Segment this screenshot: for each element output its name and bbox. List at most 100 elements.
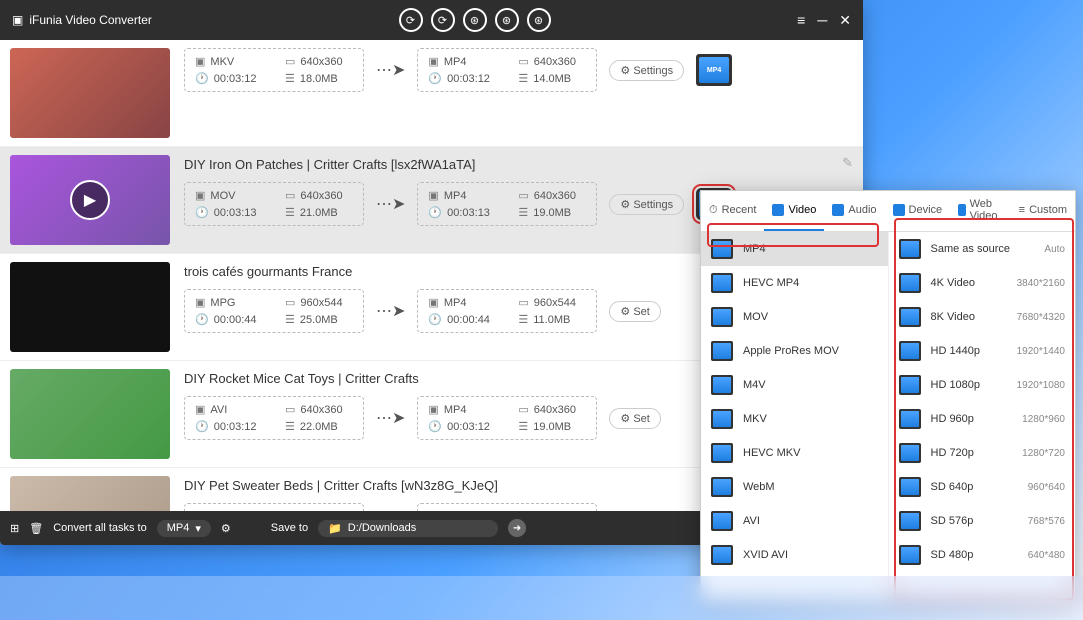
preset-icon [899, 545, 921, 565]
size-icon: ☰ [518, 206, 528, 219]
format-icon: ▣ [428, 189, 438, 202]
preset-option[interactable]: 4K Video3840*2160 [889, 266, 1076, 300]
size-icon: ☰ [285, 313, 295, 326]
save-path[interactable]: 📁 D:/Downloads [318, 520, 498, 537]
save-to-label: Save to [271, 522, 308, 534]
toolbar-more-icon[interactable]: ⊛ [527, 8, 551, 32]
preset-icon [899, 443, 921, 463]
preset-option[interactable]: HD 720p1280*720 [889, 436, 1076, 470]
tab-recent[interactable]: ⏱ Recent [701, 191, 764, 231]
size-icon: ☰ [518, 72, 528, 85]
format-option[interactable]: MOV [701, 300, 888, 334]
open-folder-button[interactable]: ➜ [508, 519, 526, 537]
edit-icon[interactable]: ✎ [842, 155, 853, 171]
tab-web[interactable]: Web Video [950, 191, 1011, 231]
format-icon: ▣ [195, 55, 205, 68]
format-option[interactable]: HEVC MP4 [701, 266, 888, 300]
duration-icon: 🕐 [428, 206, 442, 219]
video-thumbnail[interactable] [10, 48, 170, 138]
preset-option[interactable]: SD 640p960*640 [889, 470, 1076, 504]
preset-option[interactable]: 8K Video7680*4320 [889, 300, 1076, 334]
duration-icon: 🕐 [195, 72, 209, 85]
titlebar: ▣ iFunia Video Converter ⟳ ⟳ ⊛ ⊛ ⊛ ≡ ─ ✕ [0, 0, 863, 40]
format-option[interactable]: MP4 [701, 232, 888, 266]
format-option[interactable]: HEVC MKV [701, 436, 888, 470]
output-info: ▣MP4 ▭960x544 🕐00:00:44 ☰11.0MB [417, 289, 597, 333]
output-info: ▣MP4 ▭640x360 🕐00:05:38 ☰40.0MB [417, 503, 597, 511]
minimize-icon[interactable]: ─ [817, 12, 827, 28]
format-icon [711, 239, 733, 259]
video-thumbnail[interactable] [10, 369, 170, 459]
format-icon: ▣ [428, 403, 438, 416]
preset-option[interactable]: SD 576p768*576 [889, 504, 1076, 538]
preset-icon [899, 511, 921, 531]
format-option[interactable]: M4V [701, 368, 888, 402]
input-info: ▣FLV ▭640x360 🕐00:05:38 ☰30.0MB [184, 503, 364, 511]
resolution-icon: ▭ [285, 403, 295, 416]
video-thumbnail[interactable]: ▶ [10, 155, 170, 245]
arrow-icon: ⋯➤ [376, 194, 405, 214]
format-icon [711, 443, 733, 463]
resolution-icon: ▭ [518, 510, 528, 511]
item-title: DIY Iron On Patches | Critter Crafts [ls… [184, 155, 853, 174]
arrow-icon: ⋯➤ [376, 301, 405, 321]
format-icon [711, 511, 733, 531]
tab-device[interactable]: Device [885, 191, 951, 231]
video-thumbnail[interactable] [10, 476, 170, 511]
toolbar-download-icon[interactable]: ⟳ [431, 8, 455, 32]
toolbar-burn-icon[interactable]: ⊛ [463, 8, 487, 32]
preset-option[interactable]: Same as sourceAuto [889, 232, 1076, 266]
app-logo-icon: ▣ [12, 13, 23, 27]
resolution-icon: ▭ [285, 510, 295, 511]
format-icon: ▣ [195, 189, 205, 202]
tab-video[interactable]: Video [764, 191, 824, 231]
menu-icon[interactable]: ≡ [797, 12, 805, 28]
preset-option[interactable]: HD 1440p1920*1440 [889, 334, 1076, 368]
preset-option[interactable]: SD 480p640*480 [889, 538, 1076, 572]
tab-custom[interactable]: ≡ Custom [1011, 191, 1075, 231]
format-icon [711, 273, 733, 293]
format-option[interactable]: AVI [701, 504, 888, 538]
settings-button[interactable]: ⚙ Settings [609, 194, 684, 215]
settings-button[interactable]: ⚙ Set [609, 408, 660, 429]
popup-tabs: ⏱ Recent Video Audio Device Web Video ≡ … [701, 191, 1075, 232]
format-icon [711, 409, 733, 429]
input-info: ▣MKV ▭640x360 🕐00:03:12 ☰18.0MB [184, 48, 364, 92]
format-option[interactable]: XVID AVI [701, 538, 888, 572]
settings-button[interactable]: ⚙ Set [609, 301, 660, 322]
app-title: iFunia Video Converter [29, 13, 152, 27]
settings-gear-icon[interactable]: ⚙ [221, 522, 231, 535]
format-column: MP4HEVC MP4MOVApple ProRes MOVM4VMKVHEVC… [701, 232, 889, 599]
duration-icon: 🕐 [195, 206, 209, 219]
settings-button[interactable]: ⚙ Settings [609, 60, 684, 81]
preset-icon [899, 409, 921, 429]
input-info: ▣MPG ▭960x544 🕐00:00:44 ☰25.0MB [184, 289, 364, 333]
preset-icon [899, 341, 921, 361]
size-icon: ☰ [518, 313, 528, 326]
duration-icon: 🕐 [195, 420, 209, 433]
arrow-icon: ⋯➤ [376, 408, 405, 428]
toolbar-edit-icon[interactable]: ⊛ [495, 8, 519, 32]
conversion-item[interactable]: ▣MKV ▭640x360 🕐00:03:12 ☰18.0MB ⋯➤ ▣MP4 … [0, 40, 863, 147]
preset-option[interactable]: HD 1080p1920*1080 [889, 368, 1076, 402]
add-file-icon[interactable]: ⊞ [10, 522, 19, 535]
convert-all-format[interactable]: MP4▾ [157, 520, 211, 537]
preset-icon [899, 375, 921, 395]
close-icon[interactable]: ✕ [839, 12, 851, 29]
video-thumbnail[interactable] [10, 262, 170, 352]
preset-option[interactable]: HD 960p1280*960 [889, 402, 1076, 436]
tab-audio[interactable]: Audio [824, 191, 884, 231]
output-format-badge[interactable]: MP4 [696, 54, 732, 86]
format-option[interactable]: Apple ProRes MOV [701, 334, 888, 368]
format-icon [711, 375, 733, 395]
format-icon [711, 545, 733, 565]
remove-file-icon[interactable]: 🗑 [29, 522, 43, 535]
format-option[interactable]: MKV [701, 402, 888, 436]
resolution-icon: ▭ [518, 55, 528, 68]
play-icon[interactable]: ▶ [70, 180, 110, 220]
resolution-icon: ▭ [518, 296, 528, 309]
resolution-icon: ▭ [518, 403, 528, 416]
input-info: ▣MOV ▭640x360 🕐00:03:13 ☰21.0MB [184, 182, 364, 226]
toolbar-convert-icon[interactable]: ⟳ [399, 8, 423, 32]
format-option[interactable]: WebM [701, 470, 888, 504]
